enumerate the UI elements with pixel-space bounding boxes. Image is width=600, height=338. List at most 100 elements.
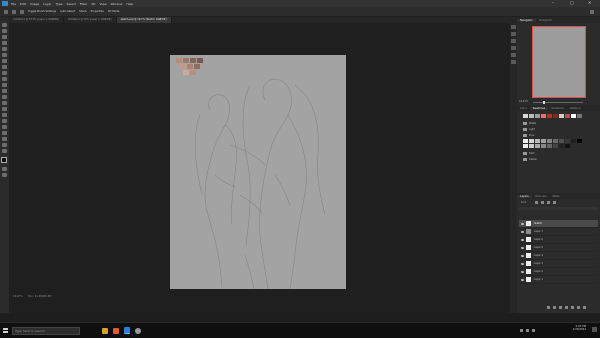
eye-icon[interactable] bbox=[521, 246, 524, 249]
tab-patterns[interactable]: Patterns bbox=[567, 107, 584, 110]
swatch[interactable] bbox=[523, 139, 528, 143]
more-tools-icon[interactable] bbox=[2, 149, 7, 153]
zoom-tool-icon[interactable] bbox=[2, 143, 7, 147]
menu-view[interactable]: View bbox=[99, 2, 106, 6]
eye-icon[interactable] bbox=[521, 254, 524, 257]
layer-row[interactable]: Layer 1 bbox=[519, 276, 598, 284]
3d-mode-button[interactable]: 3D Mode bbox=[108, 10, 120, 13]
swatch[interactable] bbox=[523, 144, 528, 148]
tab-channels[interactable]: Channels bbox=[532, 195, 550, 198]
pixel-filter-icon[interactable] bbox=[535, 201, 538, 204]
type-filter-icon[interactable] bbox=[547, 201, 550, 204]
zoom-slider-thumb[interactable] bbox=[543, 100, 545, 104]
swatch[interactable] bbox=[577, 139, 582, 143]
brushes-icon[interactable] bbox=[511, 46, 516, 50]
layer-row[interactable]: Layer 3 bbox=[519, 260, 598, 268]
swatch[interactable] bbox=[565, 144, 570, 148]
swatch[interactable] bbox=[547, 144, 552, 148]
layer-filter-kind[interactable]: Kind bbox=[521, 201, 526, 204]
swatch[interactable] bbox=[535, 114, 540, 118]
fx-icon[interactable] bbox=[553, 306, 556, 309]
blur-tool-icon[interactable] bbox=[2, 101, 7, 105]
rectangle-tool-icon[interactable] bbox=[2, 131, 7, 135]
properties-button[interactable]: Properties bbox=[91, 10, 104, 13]
crop-tool-icon[interactable] bbox=[2, 47, 7, 51]
new-layer-icon[interactable] bbox=[577, 306, 580, 309]
tab-color[interactable]: Color bbox=[517, 107, 530, 110]
pen-tool-icon[interactable] bbox=[2, 113, 7, 117]
eye-icon[interactable] bbox=[521, 222, 524, 225]
swatch[interactable] bbox=[535, 139, 540, 143]
battery-icon[interactable] bbox=[532, 329, 535, 332]
layer-row[interactable]: Sketch bbox=[519, 220, 598, 228]
quick-select-tool-icon[interactable] bbox=[2, 41, 7, 45]
toggle-brush-settings-button[interactable]: Toggle Brush Settings bbox=[28, 10, 56, 13]
path-select-tool-icon[interactable] bbox=[2, 125, 7, 129]
tab-gradients[interactable]: Gradients bbox=[548, 107, 567, 110]
quick-mask-icon[interactable] bbox=[2, 167, 7, 171]
eye-icon[interactable] bbox=[521, 270, 524, 273]
swatch[interactable] bbox=[571, 114, 576, 118]
system-clock[interactable]: 2:03 PM 1/30/2022 bbox=[573, 325, 586, 332]
trash-icon[interactable] bbox=[583, 306, 586, 309]
navigator-preview[interactable] bbox=[532, 26, 586, 98]
paragraph-icon[interactable] bbox=[511, 53, 516, 57]
tab-layers[interactable]: Layers bbox=[517, 194, 532, 198]
minimize-button[interactable]: – bbox=[552, 0, 554, 5]
layer-row[interactable]: Layer 4 bbox=[519, 252, 598, 260]
notifications-icon[interactable] bbox=[592, 327, 597, 332]
dodge-tool-icon[interactable] bbox=[2, 107, 7, 111]
blend-mode-row[interactable] bbox=[519, 207, 598, 210]
swatch[interactable] bbox=[529, 144, 534, 148]
swatch[interactable] bbox=[547, 139, 552, 143]
taskbar-search[interactable]: Type here to search bbox=[12, 326, 80, 335]
frame-tool-icon[interactable] bbox=[2, 53, 7, 57]
new-group-icon[interactable] bbox=[571, 306, 574, 309]
swatch-folder[interactable]: Darker bbox=[523, 157, 537, 162]
eye-icon[interactable] bbox=[521, 238, 524, 241]
swatch[interactable] bbox=[547, 114, 552, 118]
brush-tool-icon[interactable] bbox=[2, 71, 7, 75]
swatch[interactable] bbox=[529, 114, 534, 118]
network-icon[interactable] bbox=[520, 329, 523, 332]
navigator-zoom-value[interactable]: 16.67% bbox=[519, 100, 528, 103]
layer-row[interactable]: Layer 6 bbox=[519, 236, 598, 244]
menu-image[interactable]: Image bbox=[30, 2, 39, 6]
tab-swatches[interactable]: Swatches bbox=[529, 106, 549, 110]
photoshop-logo-icon[interactable] bbox=[2, 1, 8, 6]
link-layers-icon[interactable] bbox=[547, 306, 550, 309]
swatch[interactable] bbox=[565, 114, 570, 118]
adjustments-icon[interactable] bbox=[511, 39, 516, 43]
healing-brush-tool-icon[interactable] bbox=[2, 65, 7, 69]
character-icon[interactable] bbox=[511, 60, 516, 64]
adjustment-filter-icon[interactable] bbox=[541, 201, 544, 204]
history-brush-tool-icon[interactable] bbox=[2, 83, 7, 87]
swatch[interactable] bbox=[535, 144, 540, 148]
menu-filter[interactable]: Filter bbox=[80, 2, 87, 6]
history-icon[interactable] bbox=[511, 25, 516, 29]
swatch[interactable] bbox=[559, 139, 564, 143]
brush-preset-icon[interactable] bbox=[20, 9, 24, 14]
swatch[interactable] bbox=[529, 139, 534, 143]
tab-histogram[interactable]: Histogram bbox=[536, 19, 555, 22]
start-button[interactable] bbox=[0, 323, 10, 338]
file-explorer-icon[interactable] bbox=[102, 327, 108, 334]
swatch-folder[interactable]: Light bbox=[523, 127, 535, 132]
tab-navigator[interactable]: Navigator bbox=[517, 18, 536, 22]
swatch-folder[interactable]: Dark bbox=[523, 151, 535, 156]
lasso-tool-icon[interactable] bbox=[2, 35, 7, 39]
layer-row[interactable]: Layer 2 bbox=[519, 268, 598, 276]
menu-3d[interactable]: 3D bbox=[91, 2, 95, 6]
auto-select-button[interactable]: Auto-Select bbox=[60, 10, 75, 13]
menu-edit[interactable]: Edit bbox=[20, 2, 26, 6]
type-tool-icon[interactable] bbox=[2, 119, 7, 123]
properties-icon[interactable] bbox=[511, 32, 516, 36]
swatch[interactable] bbox=[541, 144, 546, 148]
screen-mode-icon[interactable] bbox=[2, 173, 7, 177]
volume-icon[interactable] bbox=[526, 329, 529, 332]
swatch[interactable] bbox=[559, 114, 564, 118]
menu-file[interactable]: File bbox=[11, 2, 16, 6]
swatch[interactable] bbox=[577, 114, 582, 118]
maximize-button[interactable]: □ bbox=[570, 0, 574, 5]
marquee-tool-icon[interactable] bbox=[2, 29, 7, 33]
